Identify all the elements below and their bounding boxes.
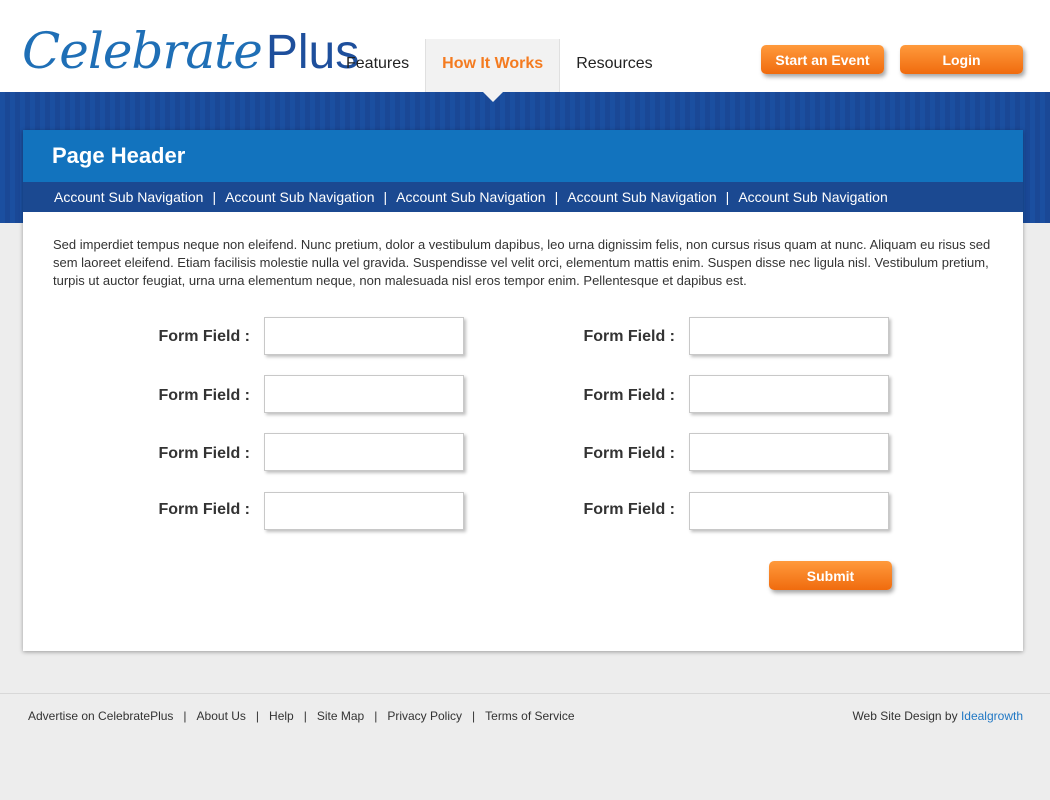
form-field-label: Form Field : — [158, 328, 250, 345]
logo-script-text: Celebrate — [22, 22, 263, 80]
subnav-separator: | — [554, 189, 559, 205]
nav-how-it-works[interactable]: How It Works — [425, 39, 561, 102]
form-field-label: Form Field : — [158, 445, 250, 462]
subnav-separator: | — [725, 189, 730, 205]
form-field-input[interactable] — [264, 433, 464, 471]
form-field-label: Form Field : — [158, 387, 250, 404]
form-field-input[interactable] — [264, 375, 464, 413]
nav-how-it-works-label: How It Works — [442, 55, 544, 72]
footer-separator: | — [303, 709, 307, 723]
form-field-input[interactable] — [689, 492, 889, 530]
design-credit: Web Site Design by Idealgrowth — [852, 709, 1023, 723]
form-field-label: Form Field : — [583, 501, 675, 518]
form-field-input[interactable] — [264, 492, 464, 530]
submit-button[interactable]: Submit — [769, 561, 892, 590]
top-header: CelebratePlus Features How It Works Reso… — [0, 0, 1050, 102]
form-field-label: Form Field : — [583, 328, 675, 345]
form-field-label: Form Field : — [583, 387, 675, 404]
form-field-input[interactable] — [689, 317, 889, 355]
credit-prefix: Web Site Design by — [852, 709, 958, 723]
subnav-item-1[interactable]: Account Sub Navigation — [54, 189, 203, 205]
intro-paragraph: Sed imperdiet tempus neque non eleifend.… — [53, 237, 991, 288]
form-field-input[interactable] — [689, 433, 889, 471]
active-nav-pointer-icon — [482, 92, 503, 102]
footer-link-privacy[interactable]: Privacy Policy — [387, 709, 462, 723]
login-button[interactable]: Login — [900, 45, 1023, 74]
subnav-item-4[interactable]: Account Sub Navigation — [567, 189, 716, 205]
credit-brand-link[interactable]: Idealgrowth — [961, 709, 1023, 723]
page-title: Page Header — [52, 143, 186, 168]
form-field-input[interactable] — [264, 317, 464, 355]
celebrateplus-logo[interactable]: CelebratePlus — [22, 22, 359, 84]
footer-separator: | — [472, 709, 476, 723]
main-navigation: Features How It Works Resources — [330, 39, 669, 102]
subnav-separator: | — [383, 189, 388, 205]
footer: Advertise on CelebratePlus | About Us | … — [0, 693, 1050, 800]
footer-separator: | — [183, 709, 187, 723]
footer-links: Advertise on CelebratePlus | About Us | … — [28, 709, 575, 723]
account-sub-navigation: Account Sub Navigation | Account Sub Nav… — [23, 182, 1023, 212]
footer-link-sitemap[interactable]: Site Map — [317, 709, 364, 723]
subnav-separator: | — [212, 189, 217, 205]
subnav-item-5[interactable]: Account Sub Navigation — [738, 189, 887, 205]
footer-link-help[interactable]: Help — [269, 709, 294, 723]
start-event-button[interactable]: Start an Event — [761, 45, 884, 74]
subnav-item-3[interactable]: Account Sub Navigation — [396, 189, 545, 205]
content-panel: Page Header Account Sub Navigation | Acc… — [23, 130, 1023, 651]
footer-separator: | — [374, 709, 378, 723]
footer-link-terms[interactable]: Terms of Service — [485, 709, 574, 723]
page-header-bar: Page Header — [23, 130, 1023, 182]
subnav-item-2[interactable]: Account Sub Navigation — [225, 189, 374, 205]
form-field-label: Form Field : — [158, 501, 250, 518]
form-field-label: Form Field : — [583, 445, 675, 462]
nav-resources[interactable]: Resources — [560, 39, 668, 92]
footer-link-about[interactable]: About Us — [197, 709, 246, 723]
footer-link-advertise[interactable]: Advertise on CelebratePlus — [28, 709, 173, 723]
form-field-input[interactable] — [689, 375, 889, 413]
footer-separator: | — [255, 709, 260, 723]
nav-features[interactable]: Features — [330, 39, 425, 92]
